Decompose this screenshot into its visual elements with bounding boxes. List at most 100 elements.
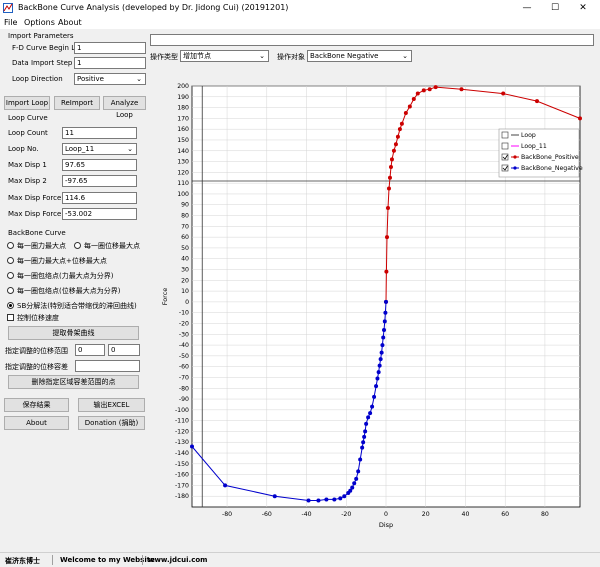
data-point-negative [379, 350, 384, 355]
range-to-input[interactable]: 0 [108, 344, 140, 356]
op-object-select[interactable]: BackBone Negative ⌄ [307, 50, 412, 62]
opt-sb-method-label: SB分解法(特别适合带缩伐的滞回曲线) [17, 302, 137, 310]
data-point-negative [377, 363, 382, 368]
radio-force-disp-max[interactable] [7, 257, 14, 264]
radio-force-max[interactable] [7, 242, 14, 249]
data-point-negative [382, 327, 387, 332]
data-point-positive [384, 269, 389, 274]
loop-direction-select[interactable]: Positive ⌄ [74, 73, 146, 85]
maximize-button[interactable]: ☐ [540, 0, 570, 17]
radio-envelope-force[interactable] [7, 272, 14, 279]
tolerance-label: 指定调整的位移容差 [5, 363, 68, 371]
loop-no-value: Loop_11 [65, 145, 95, 153]
x-tick-label: 80 [541, 511, 549, 518]
data-point-negative [360, 445, 365, 450]
export-excel-button[interactable]: 输出EXCEL [78, 398, 145, 412]
max-disp2-input[interactable]: -97.65 [62, 175, 137, 187]
status-welcome: Welcome to my Website [60, 556, 155, 564]
opt-force-disp-max-label: 每一圈力最大点+位移最大点 [17, 257, 107, 265]
loop-no-select[interactable]: Loop_11 ⌄ [62, 143, 137, 155]
y-tick-label: 180 [177, 105, 189, 112]
about-button[interactable]: About [4, 416, 69, 430]
radio-envelope-disp[interactable] [7, 287, 14, 294]
max-force2-input[interactable]: -53.002 [62, 208, 137, 220]
radio-sb-method[interactable] [7, 302, 14, 309]
x-tick-label: 40 [462, 511, 470, 518]
backbone-chart[interactable]: -180-170-160-150-140-130-120-110-100-90-… [150, 64, 585, 534]
data-point-positive [421, 88, 426, 93]
max-force2-label: Max Disp Force 2 [8, 210, 68, 218]
data-point-positive [389, 157, 394, 162]
chevron-down-icon: ⌄ [136, 75, 142, 83]
legend-checkbox [501, 142, 509, 150]
x-tick-label: -80 [222, 511, 232, 518]
data-point-positive [393, 142, 398, 147]
data-point-positive [386, 186, 391, 191]
y-tick-label: -80 [179, 385, 189, 392]
menu-options[interactable]: Options [24, 18, 55, 27]
range-label: 指定调整的位移范围 [5, 347, 68, 355]
curve-begin-input[interactable]: 1 [74, 42, 146, 54]
y-tick-label: 120 [177, 169, 189, 176]
analyze-loop-button[interactable]: Analyze Loop [103, 96, 146, 119]
y-tick-label: 50 [181, 245, 189, 252]
window-title: BackBone Curve Analysis (developed by Dr… [18, 3, 289, 12]
path-input[interactable] [150, 34, 594, 46]
loop-count-input[interactable]: 11 [62, 127, 137, 139]
opt-force-max-label: 每一圈力最大点 [17, 242, 66, 250]
save-results-button[interactable]: 保存结果 [4, 398, 69, 412]
data-point-negative [223, 483, 228, 488]
y-tick-label: -40 [179, 342, 189, 349]
ctrl-speed-checkbox[interactable] [7, 314, 14, 321]
max-disp2-label: Max Disp 2 [8, 177, 47, 185]
data-point-positive [501, 91, 506, 96]
chevron-down-icon: ⌄ [402, 52, 408, 60]
y-tick-label: -50 [179, 353, 189, 360]
minimize-button[interactable]: — [512, 0, 542, 17]
data-point-positive [427, 87, 432, 92]
status-website[interactable]: www.jdcui.com [148, 556, 207, 564]
reimport-button[interactable]: ReImport [54, 96, 100, 110]
data-point-negative [342, 494, 347, 499]
legend-label: BackBone_Positive [521, 154, 579, 161]
data-point-positive [397, 127, 402, 132]
y-tick-label: -150 [175, 461, 189, 468]
y-tick-label: -110 [175, 418, 189, 425]
loop-direction-label: Loop Direction [12, 75, 63, 83]
data-step-input[interactable]: 1 [74, 57, 146, 69]
extract-backbone-button[interactable]: 提取骨架曲线 [8, 326, 139, 340]
max-disp1-input[interactable]: 97.65 [62, 159, 137, 171]
tolerance-input[interactable] [75, 360, 140, 372]
data-point-negative [380, 343, 385, 348]
radio-disp-max[interactable] [74, 242, 81, 249]
y-tick-label: 200 [177, 83, 189, 90]
y-tick-label: -100 [175, 407, 189, 414]
x-tick-label: 0 [384, 511, 388, 518]
data-point-positive [403, 110, 408, 115]
status-author: 崔济东博士 [5, 557, 40, 565]
y-tick-label: 20 [181, 277, 189, 284]
data-point-negative [366, 415, 371, 420]
data-point-negative [332, 497, 337, 502]
op-type-select[interactable]: 增加节点 ⌄ [180, 50, 269, 62]
menu-file[interactable]: File [4, 18, 17, 27]
data-point-negative [375, 376, 380, 381]
data-point-negative [382, 319, 387, 324]
legend-marker [513, 155, 517, 159]
y-tick-label: 110 [177, 180, 189, 187]
status-separator [142, 555, 143, 565]
chevron-down-icon: ⌄ [259, 52, 265, 60]
delete-points-button[interactable]: 删除指定区域容差范围的点 [8, 375, 139, 389]
menu-about[interactable]: About [58, 18, 82, 27]
close-button[interactable]: ✕ [568, 0, 598, 17]
max-disp1-label: Max Disp 1 [8, 161, 47, 169]
x-tick-label: -60 [262, 511, 272, 518]
op-type-label: 操作类型 [150, 53, 178, 61]
max-force1-input[interactable]: 114.6 [62, 192, 137, 204]
range-from-input[interactable]: 0 [75, 344, 105, 356]
y-tick-label: -130 [175, 439, 189, 446]
import-loop-button[interactable]: Import Loop [4, 96, 50, 110]
donation-button[interactable]: Donation (捐助) [78, 416, 145, 430]
y-tick-label: -70 [179, 374, 189, 381]
y-tick-label: -10 [179, 310, 189, 317]
